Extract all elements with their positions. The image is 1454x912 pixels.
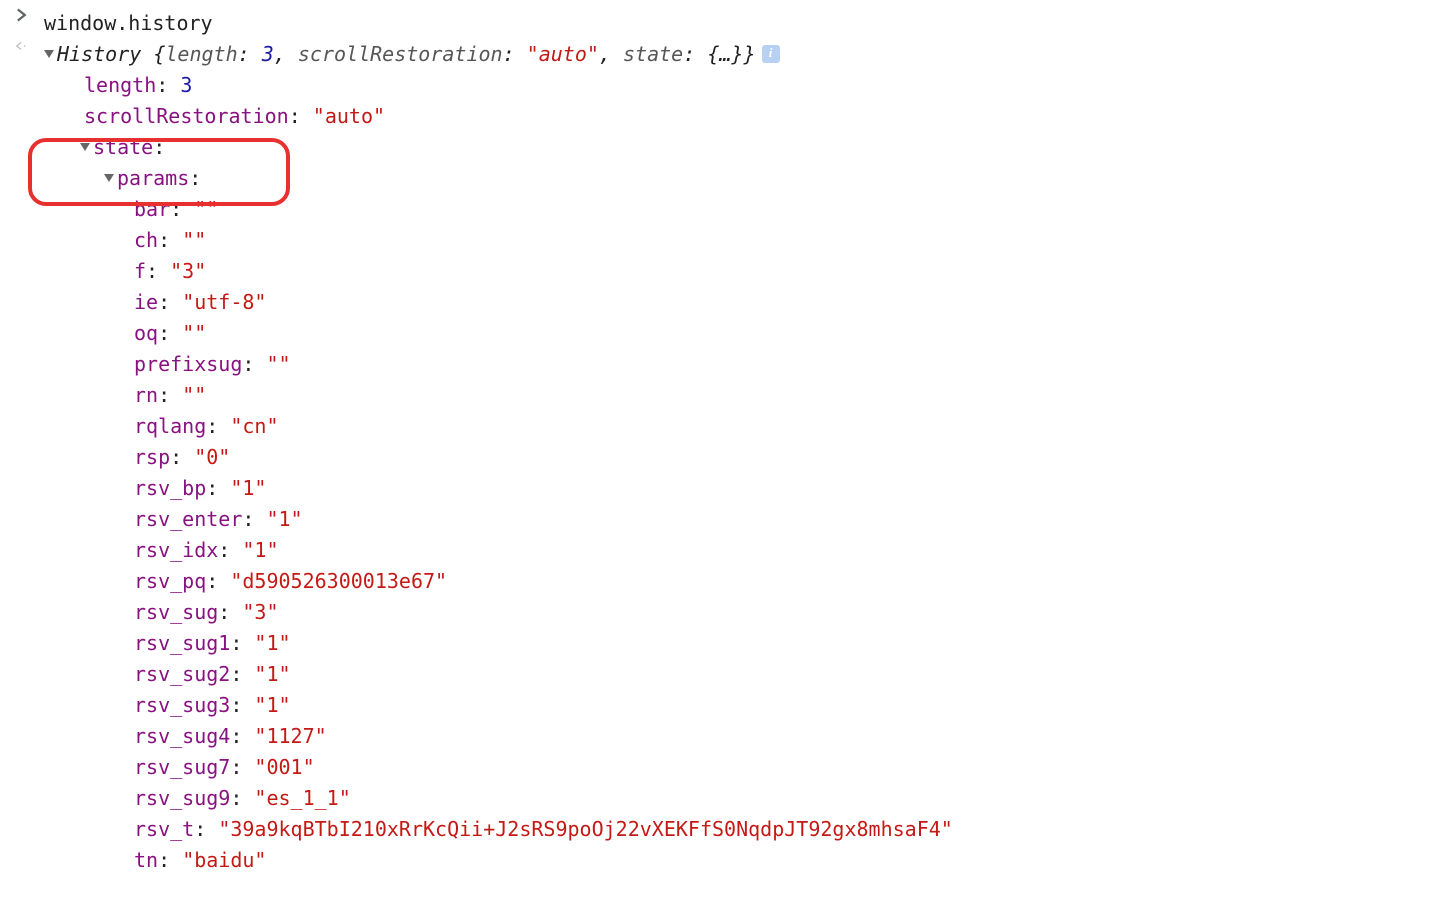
property-row[interactable]: rsv_pq: "d590526300013e67" (0, 566, 1454, 597)
property-value: "1127" (254, 724, 326, 748)
property-key: rsv_sug4 (134, 724, 230, 748)
property-key: rn (134, 383, 158, 407)
property-row[interactable]: rsv_idx: "1" (0, 535, 1454, 566)
property-row[interactable]: rsv_sug4: "1127" (0, 721, 1454, 752)
property-value: "001" (254, 755, 314, 779)
property-row[interactable]: rsv_sug3: "1" (0, 690, 1454, 721)
property-key: rsv_pq (134, 569, 206, 593)
property-key: rsv_sug7 (134, 755, 230, 779)
input-chevron-icon (0, 8, 44, 22)
property-key: rsv_bp (134, 476, 206, 500)
property-key: rsv_sug3 (134, 693, 230, 717)
property-value: "1" (254, 631, 290, 655)
property-key: rsv_idx (134, 538, 218, 562)
property-row[interactable]: rsv_sug1: "1" (0, 628, 1454, 659)
params-list: bar: ""ch: ""f: "3"ie: "utf-8"oq: ""pref… (0, 194, 1454, 876)
property-value: "1" (230, 476, 266, 500)
property-key: rsp (134, 445, 170, 469)
property-key: rqlang (134, 414, 206, 438)
property-key: tn (134, 848, 158, 872)
property-value: "cn" (230, 414, 278, 438)
property-row[interactable]: rsv_bp: "1" (0, 473, 1454, 504)
property-value: "" (182, 321, 206, 345)
params-row[interactable]: params: (0, 163, 1454, 194)
property-key: rsv_sug2 (134, 662, 230, 686)
property-key: prefixsug (134, 352, 242, 376)
console-output: window.history History {length: 3, scrol… (0, 8, 1454, 876)
property-key: length (84, 73, 156, 97)
console-input-line[interactable]: window.history (0, 8, 1454, 39)
property-row[interactable]: scrollRestoration: "auto" (0, 101, 1454, 132)
property-row[interactable]: bar: "" (0, 194, 1454, 225)
property-row[interactable]: ie: "utf-8" (0, 287, 1454, 318)
property-key: rsv_sug (134, 600, 218, 624)
property-key: rsv_sug1 (134, 631, 230, 655)
property-key: bar (134, 197, 170, 221)
property-value: "d590526300013e67" (230, 569, 447, 593)
property-row[interactable]: rsv_sug2: "1" (0, 659, 1454, 690)
property-value: "es_1_1" (254, 786, 350, 810)
property-key: scrollRestoration (84, 104, 289, 128)
property-key: rsv_t (134, 817, 194, 841)
expand-triangle-icon[interactable] (104, 174, 114, 182)
property-key: f (134, 259, 146, 283)
property-row[interactable]: prefixsug: "" (0, 349, 1454, 380)
property-key: state (93, 135, 153, 159)
property-key: params (117, 166, 189, 190)
state-row[interactable]: state: (0, 132, 1454, 163)
property-value: "1" (254, 693, 290, 717)
property-value: "" (266, 352, 290, 376)
property-key: ie (134, 290, 158, 314)
property-row[interactable]: rqlang: "cn" (0, 411, 1454, 442)
property-row[interactable]: f: "3" (0, 256, 1454, 287)
property-value: "" (182, 383, 206, 407)
output-chevron-icon (0, 39, 44, 53)
property-value: "3" (170, 259, 206, 283)
property-value: "39a9kqBTbI210xRrKcQii+J2sRS9poOj22vXEKF… (218, 817, 953, 841)
property-value: "utf-8" (182, 290, 266, 314)
property-key: oq (134, 321, 158, 345)
class-name: History (57, 42, 141, 66)
property-row[interactable]: tn: "baidu" (0, 845, 1454, 876)
property-value: "1" (254, 662, 290, 686)
property-value: "0" (194, 445, 230, 469)
result-summary[interactable]: History {length: 3, scrollRestoration: "… (44, 39, 1454, 70)
property-value: "" (194, 197, 218, 221)
property-row[interactable]: rsp: "0" (0, 442, 1454, 473)
property-value: "3" (242, 600, 278, 624)
property-row[interactable]: rsv_t: "39a9kqBTbI210xRrKcQii+J2sRS9poOj… (0, 814, 1454, 845)
console-input-text: window.history (44, 8, 1454, 39)
property-key: rsv_sug9 (134, 786, 230, 810)
property-row[interactable]: ch: "" (0, 225, 1454, 256)
property-key: rsv_enter (134, 507, 242, 531)
expand-triangle-icon[interactable] (44, 50, 54, 58)
property-value: "auto" (313, 104, 385, 128)
property-value: "" (182, 228, 206, 252)
property-value: "1" (242, 538, 278, 562)
property-row[interactable]: rn: "" (0, 380, 1454, 411)
property-row[interactable]: rsv_sug7: "001" (0, 752, 1454, 783)
property-row[interactable]: rsv_sug: "3" (0, 597, 1454, 628)
property-row[interactable]: oq: "" (0, 318, 1454, 349)
console-result-line[interactable]: History {length: 3, scrollRestoration: "… (0, 39, 1454, 70)
property-value: 3 (180, 73, 192, 97)
expand-triangle-icon[interactable] (80, 143, 90, 151)
property-key: ch (134, 228, 158, 252)
property-value: "1" (266, 507, 302, 531)
property-value: "baidu" (182, 848, 266, 872)
property-row[interactable]: rsv_sug9: "es_1_1" (0, 783, 1454, 814)
info-icon[interactable]: i (762, 45, 780, 63)
property-row[interactable]: rsv_enter: "1" (0, 504, 1454, 535)
property-row[interactable]: length: 3 (0, 70, 1454, 101)
